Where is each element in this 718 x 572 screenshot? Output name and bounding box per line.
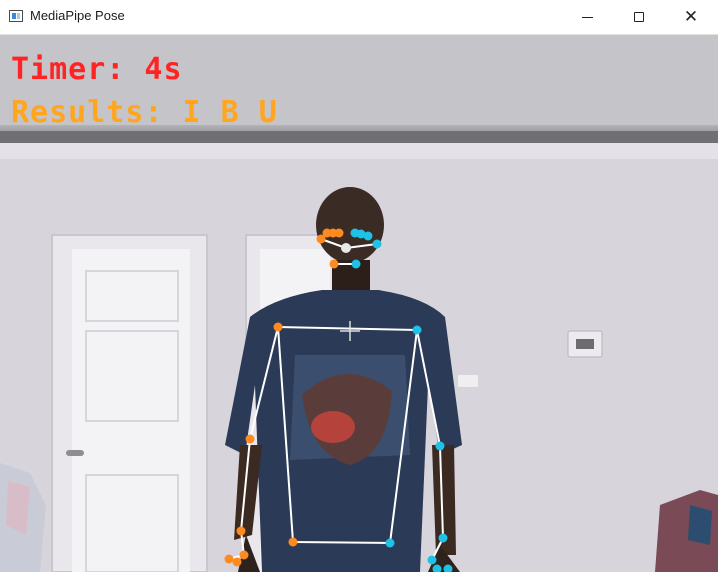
pose-landmark (273, 322, 283, 332)
app-icon (9, 10, 23, 22)
pose-landmark (245, 434, 255, 444)
pose-landmark (351, 259, 361, 269)
minimize-button[interactable] (564, 0, 610, 34)
pose-landmark (236, 526, 246, 536)
pose-landmark (363, 231, 373, 241)
pose-landmark (427, 555, 437, 565)
pose-landmark (372, 239, 382, 249)
pose-landmark (334, 228, 344, 238)
pose-landmark (232, 557, 242, 567)
close-icon: ✕ (683, 6, 699, 27)
skeleton-connection (292, 541, 391, 544)
close-button[interactable]: ✕ (668, 0, 714, 34)
pose-landmark (385, 538, 395, 548)
app-window: MediaPipe Pose ✕ Timer: 4s Results: I B … (0, 0, 718, 572)
camera-feed: Timer: 4s Results: I B U (0, 35, 718, 572)
pose-landmark (288, 537, 298, 547)
pose-landmark (329, 259, 339, 269)
pose-landmark (239, 550, 249, 560)
timer-label: Timer: 4s (11, 52, 183, 87)
maximize-icon (634, 12, 644, 22)
pose-landmark (224, 554, 234, 564)
title-bar[interactable]: MediaPipe Pose ✕ (0, 0, 718, 35)
maximize-button[interactable] (616, 0, 662, 34)
pose-landmark (412, 325, 422, 335)
minimize-icon (581, 16, 593, 18)
pose-landmark (438, 533, 448, 543)
pose-landmark (341, 243, 351, 253)
pose-landmark (435, 441, 445, 451)
results-label: Results: I B U (11, 95, 278, 130)
left-door (51, 234, 208, 572)
window-title: MediaPipe Pose (30, 8, 125, 23)
